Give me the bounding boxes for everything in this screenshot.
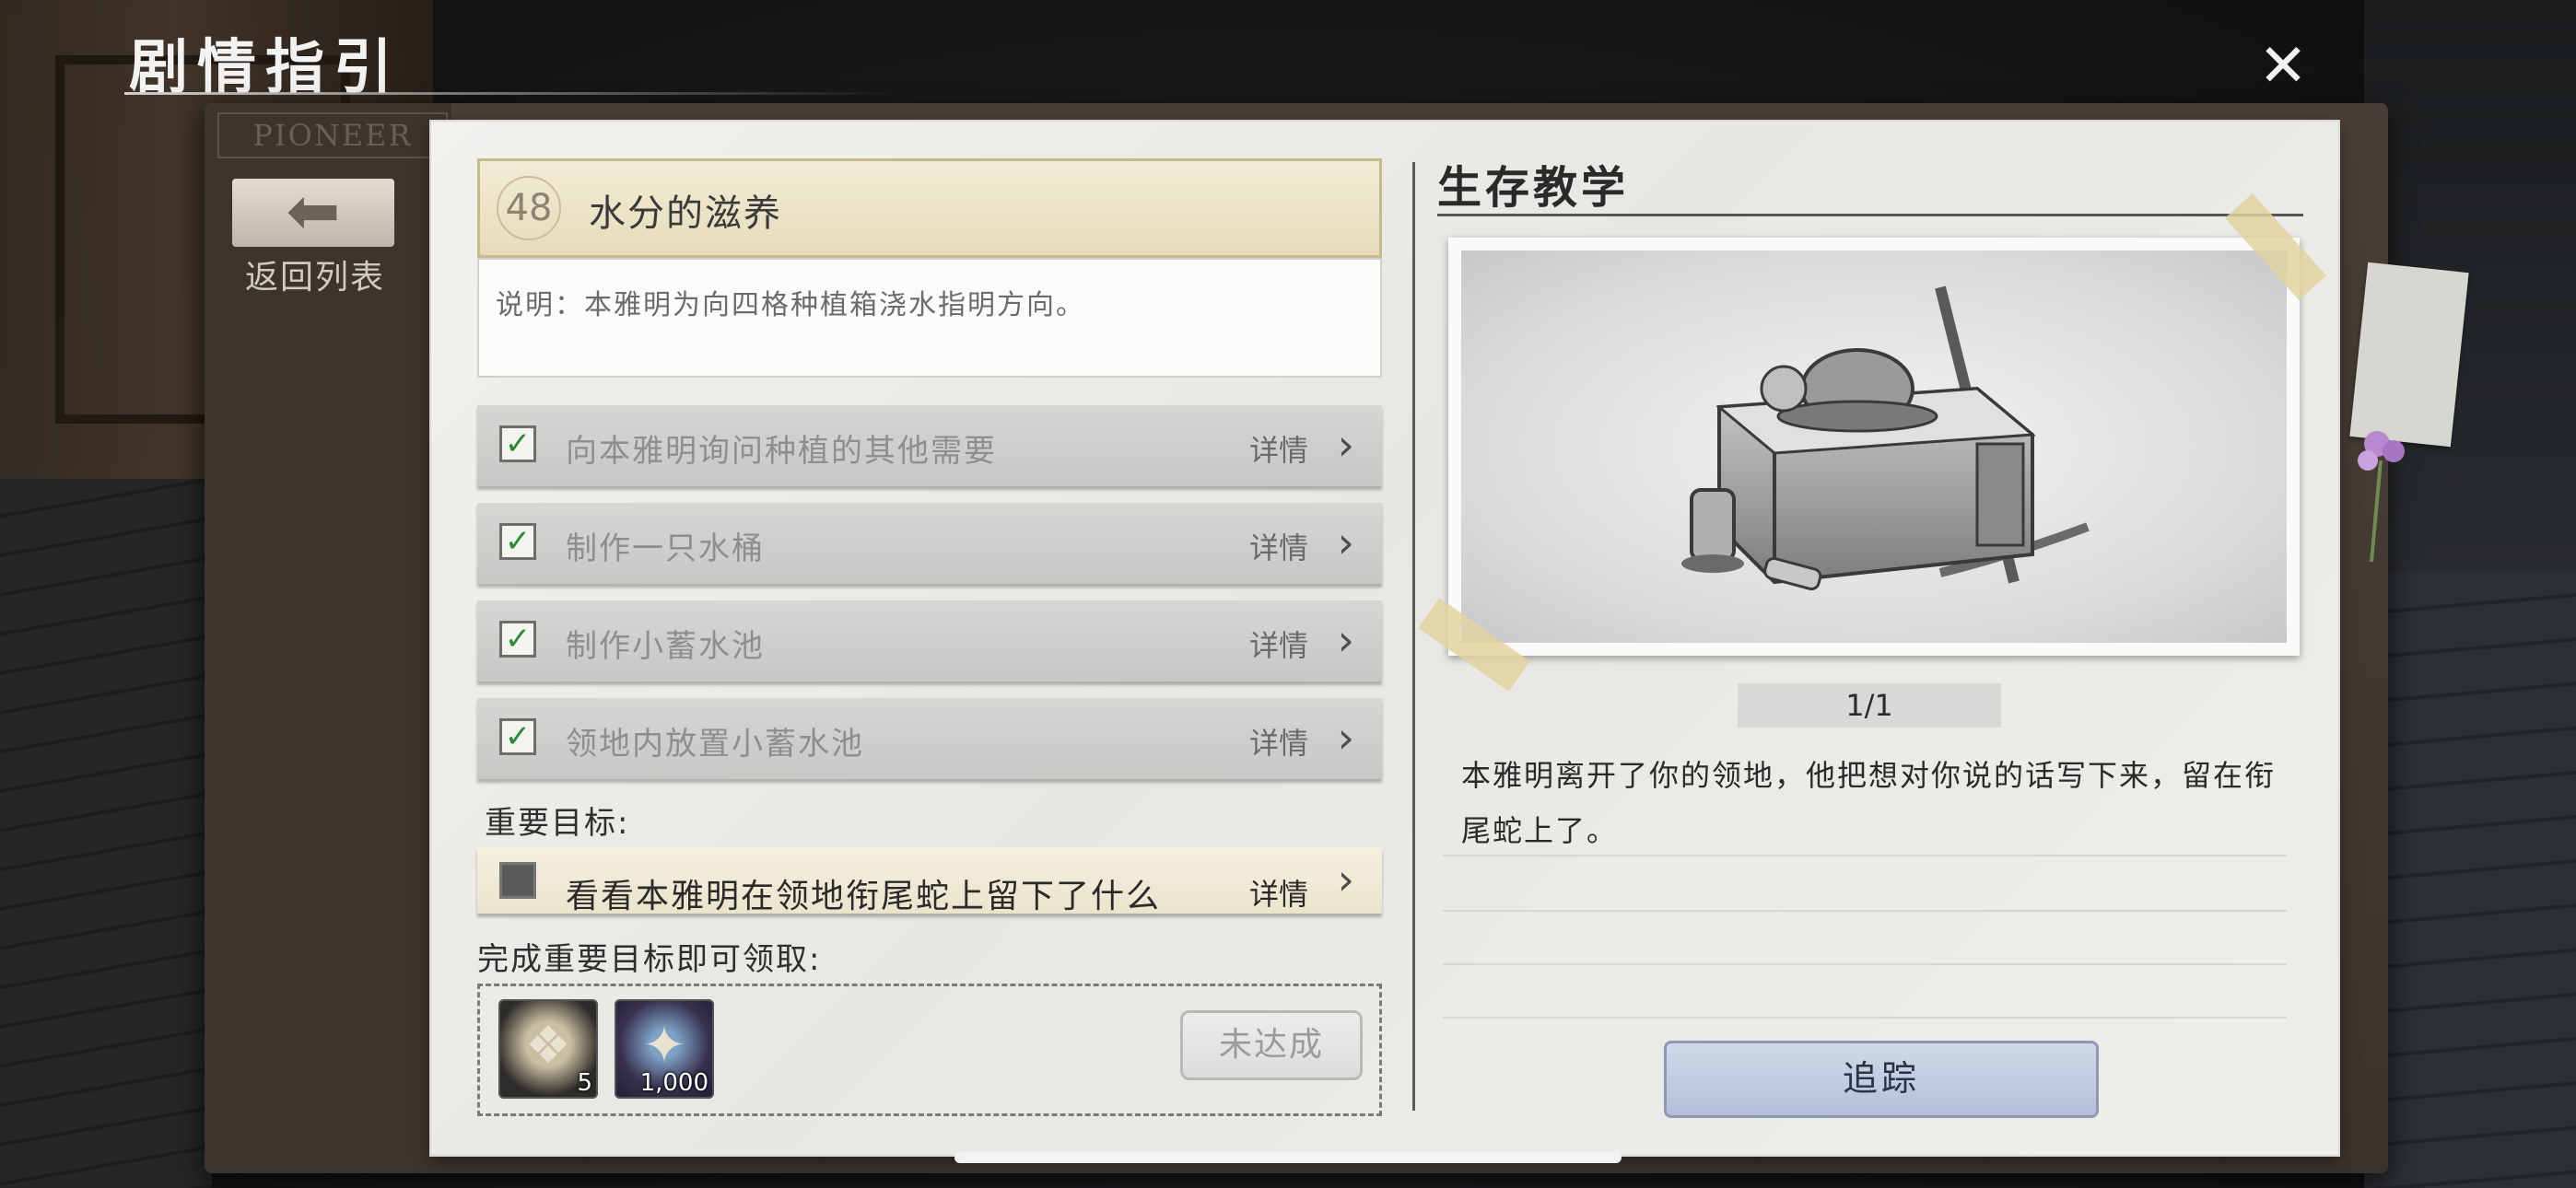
key-objective-heading: 重要目标:: [485, 805, 630, 842]
task-row[interactable]: ✓ 向本雅明询问种植的其他需要 详情 ›: [477, 405, 1382, 486]
task-detail-link[interactable]: 详情: [1249, 525, 1308, 567]
pioneer-logo: PIONEER: [217, 112, 448, 158]
chevron-right-icon: ›: [1337, 713, 1354, 763]
reward-item[interactable]: ✦ 1,000: [615, 999, 714, 1099]
reward-quantity: 5: [577, 1069, 592, 1097]
quest-header: 48 水分的滋养: [477, 158, 1382, 258]
title-underline: [124, 92, 898, 95]
task-detail-link[interactable]: 详情: [1249, 720, 1308, 763]
checkbox-checked-icon: ✓: [499, 523, 536, 560]
quest-description: 说明：本雅明为向四格种植箱浇水指明方向。: [496, 289, 1085, 321]
key-objective-row[interactable]: 看看本雅明在领地衔尾蛇上留下了什么 详情 ›: [477, 847, 1382, 915]
quest-title: 水分的滋养: [589, 192, 782, 235]
task-label: 制作一只水桶: [566, 530, 765, 567]
back-to-list-label: 返回列表: [244, 259, 385, 297]
chevron-right-icon: ›: [1337, 855, 1354, 904]
checkbox-checked-icon: ✓: [499, 425, 536, 462]
tutorial-title-underline: [1437, 214, 2303, 216]
tutorial-text: 本雅明离开了你的领地，他把想对你说的话写下来，留在衔尾蛇上了。: [1461, 758, 2277, 848]
chevron-right-icon: ›: [1337, 615, 1354, 665]
reward-heading: 完成重要目标即可领取:: [477, 941, 822, 978]
ruled-line: [1443, 1017, 2287, 1019]
track-button[interactable]: 追踪: [1664, 1041, 2099, 1118]
quest-number-badge: 48: [497, 176, 561, 240]
checkbox-checked-icon: ✓: [499, 718, 536, 755]
task-detail-link[interactable]: 详情: [1249, 427, 1308, 470]
book-side-tab: PIONEER ⬅ 返回列表: [205, 103, 451, 1173]
ruled-line: [1443, 855, 2287, 856]
background-photo-card: [2349, 262, 2469, 448]
checkbox-unchecked-icon: [499, 862, 536, 899]
task-label: 领地内放置小蓄水池: [566, 726, 864, 763]
seed-bag-icon: ❖: [524, 1016, 572, 1076]
reward-item[interactable]: ❖ 5: [498, 999, 598, 1099]
checkbox-checked-icon: ✓: [499, 621, 536, 658]
reward-box: ❖ 5 ✦ 1,000 未达成: [477, 984, 1382, 1116]
task-detail-link[interactable]: 详情: [1249, 623, 1308, 665]
image-page-indicator: 1/1: [1738, 683, 2001, 728]
claim-reward-button[interactable]: 未达成: [1180, 1010, 1363, 1080]
tutorial-image-frame: [1448, 238, 2300, 656]
ruled-line: [1443, 910, 2287, 912]
flower-icon: [2358, 431, 2405, 562]
task-row[interactable]: ✓ 制作一只水桶 详情 ›: [477, 503, 1382, 584]
chevron-right-icon: ›: [1337, 420, 1354, 470]
task-row[interactable]: ✓ 制作小蓄水池 详情 ›: [477, 600, 1382, 681]
task-row[interactable]: ✓ 领地内放置小蓄水池 详情 ›: [477, 698, 1382, 779]
experience-icon: ✦: [642, 1016, 686, 1076]
key-objective-label: 看看本雅明在领地衔尾蛇上留下了什么: [566, 878, 1162, 915]
arrow-left-icon: ⬅: [286, 173, 341, 249]
background-right: [2364, 0, 2576, 1188]
ruled-line: [1443, 963, 2287, 965]
close-icon[interactable]: ✕: [2248, 31, 2318, 101]
tutorial-title: 生存教学: [1437, 162, 1630, 214]
chevron-right-icon: ›: [1337, 518, 1354, 567]
page-divider: [1412, 162, 1415, 1111]
home-indicator[interactable]: [954, 1152, 1622, 1163]
task-label: 向本雅明询问种植的其他需要: [566, 433, 997, 470]
supply-crate-icon: [1681, 285, 2090, 591]
background-floor-left: [0, 479, 212, 1188]
task-label: 制作小蓄水池: [566, 628, 765, 665]
reward-quantity: 1,000: [639, 1069, 708, 1097]
back-to-list-button[interactable]: ⬅: [232, 179, 394, 247]
quest-description-box: 说明：本雅明为向四格种植箱浇水指明方向。: [477, 258, 1382, 378]
supply-crate-illustration: [1461, 250, 2287, 643]
key-objective-detail-link[interactable]: 详情: [1249, 871, 1308, 914]
